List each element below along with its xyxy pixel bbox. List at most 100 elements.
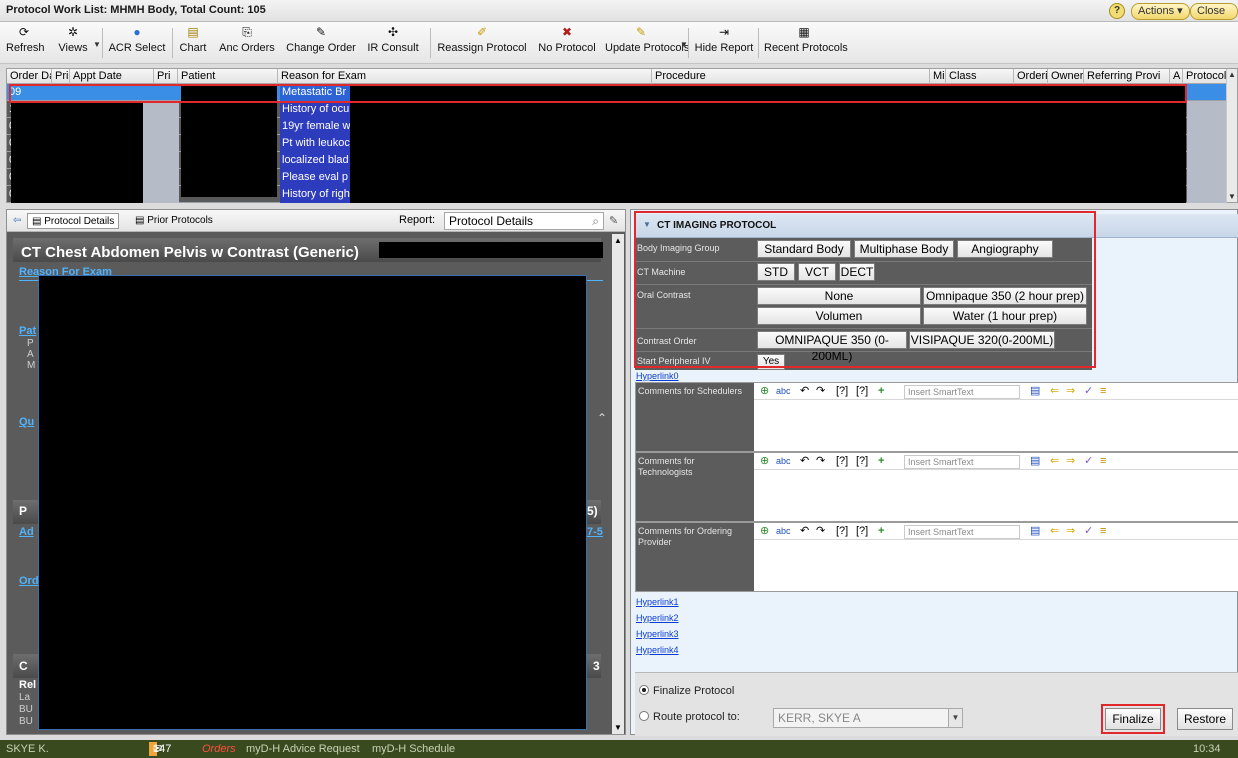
chevron-down-icon[interactable]: ▼: [948, 709, 962, 727]
next-field-icon[interactable]: ⇒: [1066, 455, 1075, 467]
zoom-icon[interactable]: ⊕: [760, 525, 769, 537]
redo-icon[interactable]: ↷: [816, 455, 825, 467]
scroll-up-icon[interactable]: ▲: [1228, 70, 1236, 79]
side-lbl[interactable]: 7-5: [587, 526, 603, 538]
ir-consult-button[interactable]: ✣ IR Consult: [362, 25, 424, 61]
undo-icon[interactable]: ↶: [800, 525, 809, 537]
column-header-ordering[interactable]: Orderi: [1014, 69, 1048, 84]
help-icon[interactable]: [?]: [836, 525, 848, 537]
redo-icon[interactable]: ↷: [816, 525, 825, 537]
chart-button[interactable]: ▤ Chart: [178, 25, 208, 61]
grid-vertical-scrollbar[interactable]: ▲ ▼: [1226, 69, 1237, 202]
details-vertical-scrollbar[interactable]: ▲ ▼: [612, 234, 624, 734]
undo-icon[interactable]: ↶: [800, 385, 809, 397]
hyperlink-1[interactable]: Hyperlink1: [636, 597, 679, 607]
no-protocol-button[interactable]: ✖ No Protocol: [532, 25, 602, 61]
anc-orders-button[interactable]: ⎘ Anc Orders: [216, 25, 278, 61]
comments-technologists-editor[interactable]: ⊕ abc ↶ ↷ [?] [?] + Insert SmartText ▤ ⇐…: [754, 453, 1238, 521]
back-arrow-icon[interactable]: ⇦: [9, 213, 25, 229]
update-protocols-button[interactable]: ✎ Update Protocols: [605, 25, 689, 61]
insert-smarttext-input[interactable]: Insert SmartText: [904, 455, 1020, 469]
column-header-appt-date[interactable]: Appt Date: [70, 69, 154, 84]
column-header-pri-2[interactable]: Pri: [154, 69, 178, 84]
scroll-down-icon[interactable]: ▼: [1228, 192, 1236, 201]
column-header-mi[interactable]: Mi: [930, 69, 946, 84]
finalize-protocol-radio[interactable]: Finalize Protocol: [639, 685, 734, 697]
comments-ordering-provider-editor[interactable]: ⊕ abc ↶ ↷ [?] [?] + Insert SmartText ▤ ⇐…: [754, 523, 1238, 591]
insert-smarttext-input[interactable]: Insert SmartText: [904, 385, 1020, 399]
spellcheck-icon[interactable]: abc: [776, 455, 791, 467]
orders-link[interactable]: Orders: [202, 740, 236, 758]
column-header-patient[interactable]: Patient: [178, 69, 278, 84]
smarttext-lookup-icon[interactable]: ▤: [1030, 385, 1040, 397]
column-header-a[interactable]: A: [1170, 69, 1183, 84]
collapse-icon[interactable]: ⌃: [597, 411, 607, 425]
smartlist-icon[interactable]: [?]: [856, 385, 868, 397]
add-icon[interactable]: +: [878, 455, 884, 467]
tab-protocol-details[interactable]: ▤ Protocol Details: [27, 213, 120, 229]
advice-request-link[interactable]: myD-H Advice Request: [246, 740, 360, 758]
refresh-button[interactable]: ⟳ Refresh: [6, 25, 45, 61]
hyperlink-2[interactable]: Hyperlink2: [636, 613, 679, 623]
next-field-icon[interactable]: ⇒: [1066, 385, 1075, 397]
tab-prior-protocols[interactable]: ▤ Prior Protocols: [131, 213, 217, 229]
column-header-reason-for-exam[interactable]: Reason for Exam: [278, 69, 652, 84]
sign-icon[interactable]: ✓: [1084, 455, 1093, 467]
recent-protocols-button[interactable]: ▦ Recent Protocols: [764, 25, 848, 61]
sign-icon[interactable]: ✓: [1084, 525, 1093, 537]
views-button[interactable]: ✲ Views: [56, 25, 90, 61]
add-icon[interactable]: +: [878, 385, 884, 397]
hyperlink-0[interactable]: Hyperlink0: [636, 371, 679, 381]
restore-button[interactable]: Restore: [1177, 708, 1233, 730]
smartlist-icon[interactable]: [?]: [856, 525, 868, 537]
previous-field-icon[interactable]: ⇐: [1050, 385, 1059, 397]
inbox-badge[interactable]: ✉ 147: [149, 742, 171, 756]
smarttext-lookup-icon[interactable]: ▤: [1030, 525, 1040, 537]
smarttext-lookup-icon[interactable]: ▤: [1030, 455, 1040, 467]
column-header-procedure[interactable]: Procedure: [652, 69, 930, 84]
column-header-referring-provider[interactable]: Referring Provi: [1084, 69, 1170, 84]
comments-schedulers-editor[interactable]: ⊕ abc ↶ ↷ [?] [?] + Insert SmartText ▤ ⇐…: [754, 383, 1238, 451]
insert-text-icon[interactable]: ≡: [1100, 525, 1106, 537]
zoom-icon[interactable]: ⊕: [760, 385, 769, 397]
schedule-link[interactable]: myD-H Schedule: [372, 740, 455, 758]
spellcheck-icon[interactable]: abc: [776, 525, 791, 537]
help-icon[interactable]: [?]: [836, 455, 848, 467]
insert-text-icon[interactable]: ≡: [1100, 385, 1106, 397]
views-caret-icon[interactable]: ▼: [93, 40, 101, 49]
help-button[interactable]: ?: [1109, 3, 1125, 19]
help-icon[interactable]: [?]: [836, 385, 848, 397]
previous-field-icon[interactable]: ⇐: [1050, 525, 1059, 537]
column-header-class[interactable]: Class: [946, 69, 1014, 84]
update-protocols-caret-icon[interactable]: ▼: [680, 40, 688, 49]
scroll-down-icon[interactable]: ▼: [614, 723, 622, 732]
insert-smarttext-input[interactable]: Insert SmartText: [904, 525, 1020, 539]
hyperlink-3[interactable]: Hyperlink3: [636, 629, 679, 639]
hyperlink-4[interactable]: Hyperlink4: [636, 645, 679, 655]
reassign-protocol-button[interactable]: ✐ Reassign Protocol: [436, 25, 528, 61]
actions-menu-button[interactable]: Actions ▾: [1131, 3, 1190, 20]
route-protocol-radio[interactable]: Route protocol to:: [639, 711, 740, 723]
route-to-select[interactable]: KERR, SKYE A ▼: [773, 708, 963, 728]
scroll-up-icon[interactable]: ▲: [614, 236, 622, 245]
search-icon[interactable]: ⌕: [592, 213, 599, 229]
smartlist-icon[interactable]: [?]: [856, 455, 868, 467]
redo-icon[interactable]: ↷: [816, 385, 825, 397]
column-header-owner[interactable]: Owner: [1048, 69, 1084, 84]
column-header-pri[interactable]: Pri: [52, 69, 70, 84]
next-field-icon[interactable]: ⇒: [1066, 525, 1075, 537]
wrench-icon[interactable]: ✎: [609, 214, 618, 227]
close-button[interactable]: Close X: [1190, 3, 1238, 20]
column-header-protocol[interactable]: Protocol: [1183, 69, 1227, 84]
previous-field-icon[interactable]: ⇐: [1050, 455, 1059, 467]
zoom-icon[interactable]: ⊕: [760, 455, 769, 467]
spellcheck-icon[interactable]: abc: [776, 385, 791, 397]
hide-report-button[interactable]: ⇥ Hide Report: [694, 25, 754, 61]
column-header-order-date[interactable]: Order Date: [7, 69, 52, 84]
undo-icon[interactable]: ↶: [800, 455, 809, 467]
add-icon[interactable]: +: [878, 525, 884, 537]
insert-text-icon[interactable]: ≡: [1100, 455, 1106, 467]
report-select[interactable]: Protocol Details ⌕: [444, 212, 604, 230]
sign-icon[interactable]: ✓: [1084, 385, 1093, 397]
acr-select-button[interactable]: ● ACR Select: [108, 25, 166, 61]
